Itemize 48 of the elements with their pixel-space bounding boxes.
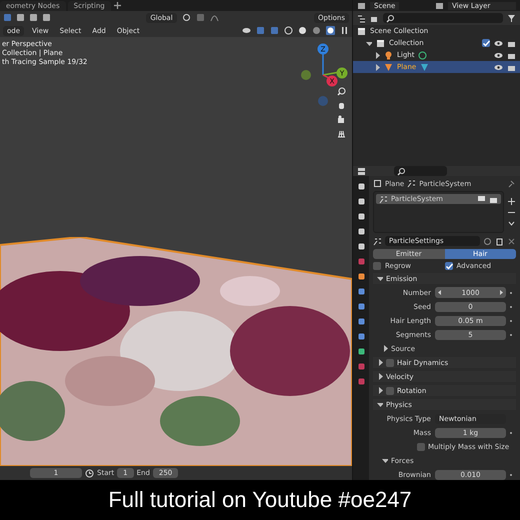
triangle-icon xyxy=(384,62,393,72)
pause-icon[interactable] xyxy=(340,26,349,35)
search-icon xyxy=(386,14,395,22)
material-shading-icon[interactable] xyxy=(312,26,321,35)
checkbox[interactable] xyxy=(373,262,381,270)
falloff-icon[interactable] xyxy=(210,13,219,22)
rendered-shading-icon[interactable] xyxy=(326,26,335,35)
checkmark-icon xyxy=(482,38,490,48)
visibility-icon[interactable] xyxy=(242,26,251,35)
collapsed-arrow-icon[interactable] xyxy=(376,358,383,367)
checkbox[interactable] xyxy=(386,358,394,366)
checkmark-icon xyxy=(444,262,452,270)
collapsed-arrow-icon[interactable] xyxy=(381,344,388,353)
filter-icon[interactable] xyxy=(507,14,516,22)
checkbox[interactable] xyxy=(386,386,394,394)
expanded-arrow-icon[interactable] xyxy=(381,456,388,465)
search-icon xyxy=(397,166,406,176)
search-field[interactable] xyxy=(383,13,503,23)
solid-shading-icon[interactable] xyxy=(298,26,307,35)
wireframe-shading-icon[interactable] xyxy=(284,26,293,35)
grid-icon[interactable] xyxy=(337,129,346,138)
expanded-arrow-icon[interactable] xyxy=(376,400,383,409)
copy-icon[interactable] xyxy=(495,236,504,246)
collapsed-arrow-icon[interactable] xyxy=(373,62,380,72)
checkbox[interactable] xyxy=(444,262,452,270)
add-icon[interactable] xyxy=(507,196,516,206)
collection-box-icon xyxy=(357,26,366,36)
search-field[interactable] xyxy=(394,166,447,176)
editor-type-icon[interactable] xyxy=(357,166,366,176)
light-data-icon[interactable] xyxy=(418,50,428,60)
collapsed-arrow-icon[interactable] xyxy=(373,50,380,60)
clock-icon[interactable] xyxy=(85,468,94,478)
checkbox[interactable] xyxy=(417,442,425,450)
collection-box-icon xyxy=(376,38,385,48)
collapsed-arrow-icon[interactable] xyxy=(376,386,383,395)
lightbulb-icon xyxy=(384,50,393,60)
caption-text: Full tutorial on Youtube #oe247 xyxy=(108,487,412,513)
plus-icon[interactable] xyxy=(112,1,122,10)
checkbox[interactable] xyxy=(482,39,490,47)
eye-icon[interactable] xyxy=(494,38,503,48)
collapsed-arrow-icon[interactable] xyxy=(376,372,383,381)
close-icon[interactable] xyxy=(507,236,516,246)
eye-icon[interactable] xyxy=(494,62,503,72)
eye-icon[interactable] xyxy=(494,50,503,60)
pivot-icon[interactable] xyxy=(182,13,191,22)
zoom-icon[interactable] xyxy=(337,87,346,96)
display-mode-icon[interactable] xyxy=(357,14,366,22)
expanded-arrow-icon[interactable] xyxy=(376,274,383,283)
